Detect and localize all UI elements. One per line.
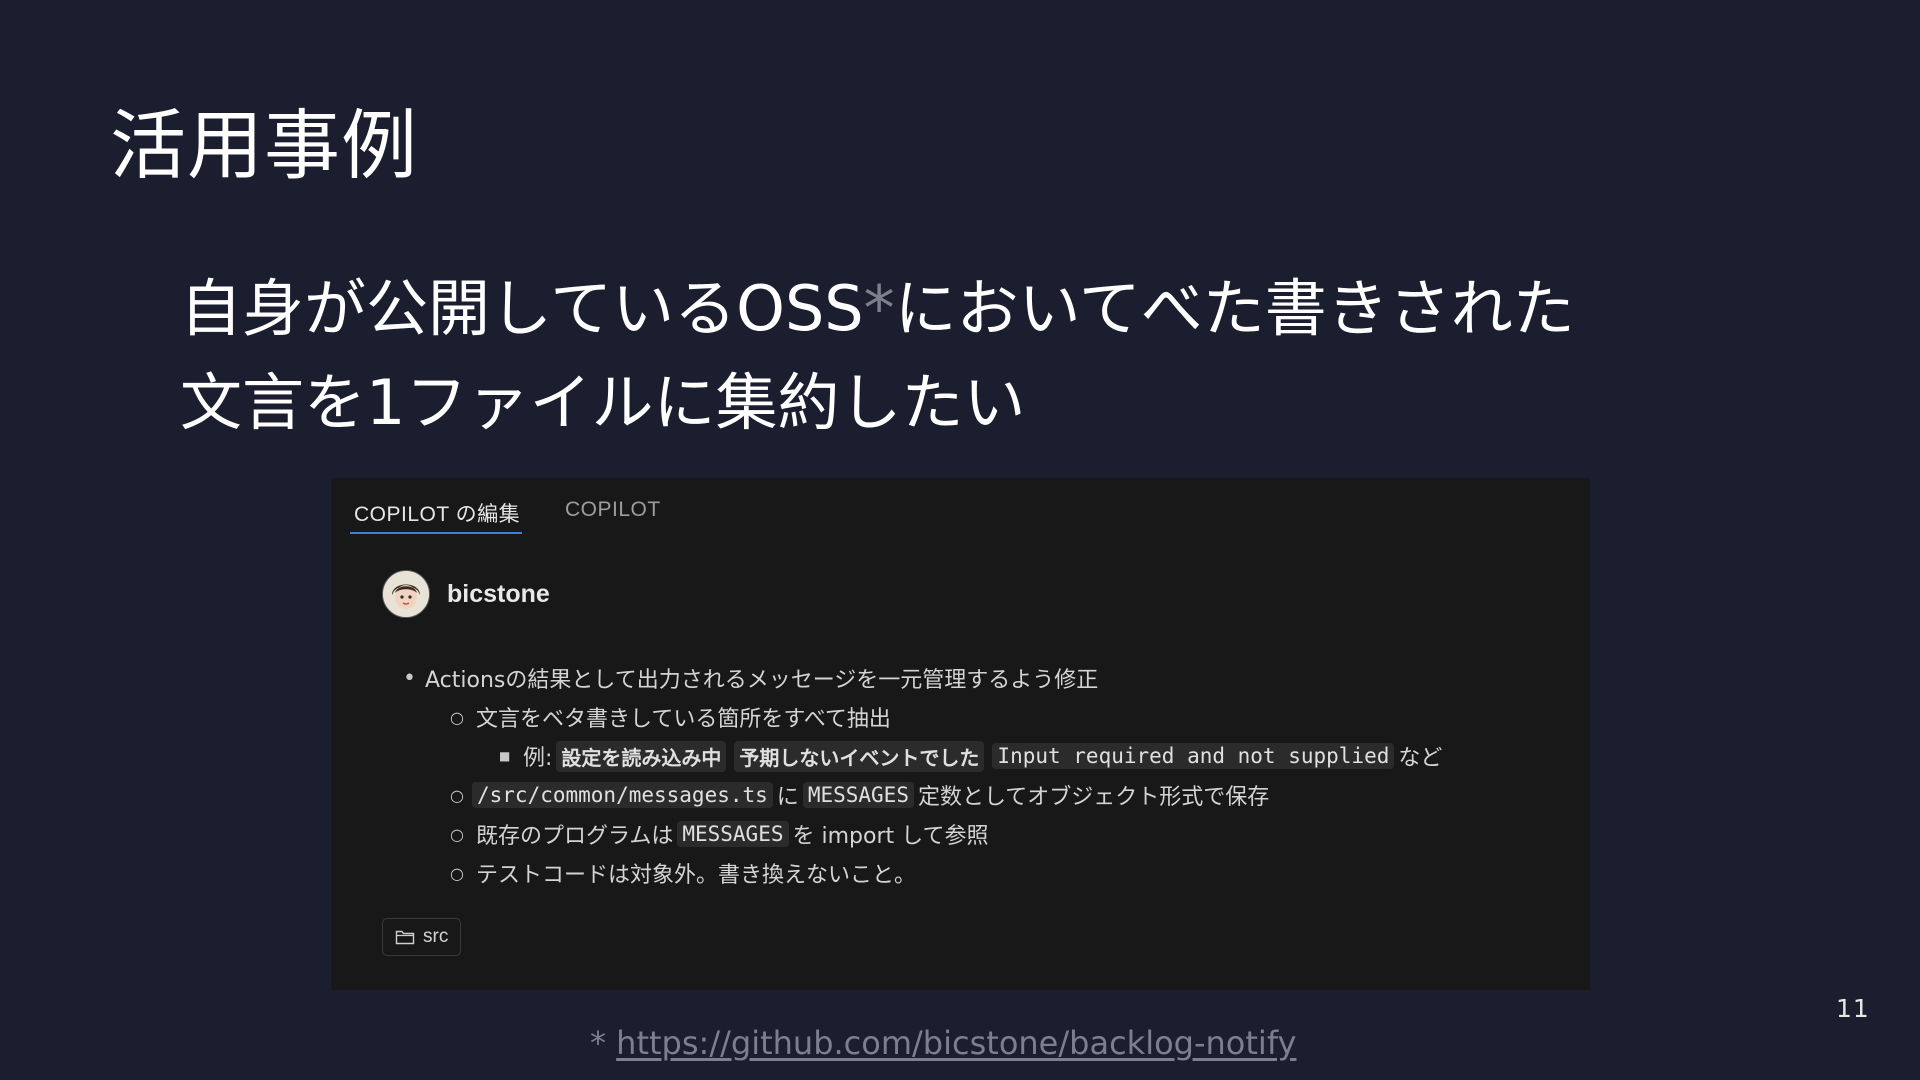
list-item: • Actionsの結果として出力されるメッセージを一元管理するよう修正 [403,661,1098,695]
lead-line1-end: においてべた書きされた [894,272,1575,345]
inline-code-path: /src/common/messages.ts [472,782,773,808]
list-item-suffix: 定数としてオブジェクト形式で保存 [917,785,1270,810]
bullet-circle: ○ [450,785,464,805]
working-set-chip-src[interactable]: src [382,918,462,956]
inline-code: Input required and not supplied [992,743,1395,769]
list-item-text: テストコードは対象外。書き換えないこと。 [476,863,917,888]
footnote-mark: * [590,1024,606,1062]
bullet-square: ■ [499,749,511,763]
list-item: ○ 文言をベタ書きしている箇所をすべて抽出 [450,700,891,734]
list-item-mid: に [776,785,799,810]
lead-asterisk: * [863,272,895,345]
lead-line2: 文言を1ファイルに集約したい [180,366,1026,439]
footnote: * https://github.com/bicstone/backlog-no… [590,1024,1296,1062]
list-item: ■ 例: 設定を読み込み中 予期しないイベントでした Input require… [499,739,1442,773]
list-item: ○ /src/common/messages.ts に MESSAGES 定数と… [450,778,1269,812]
slide-lead: 自身が公開しているOSS*においてべた書きされた 文言を1ファイルに集約したい [180,262,1740,450]
tab-bar: COPILOT の編集 COPILOT [331,478,1590,538]
list-item-prefix: 既存のプログラムは [476,824,674,849]
lead-line1: 自身が公開しているOSS [180,272,864,345]
inline-code: 設定を読み込み中 [556,740,727,772]
footnote-link[interactable]: https://github.com/bicstone/backlog-noti… [616,1024,1296,1062]
list-item-prefix: 例: [523,746,553,771]
list-item-suffix: を import して参照 [792,824,989,849]
inline-code: 予期しないイベントでした [734,740,985,772]
avatar-icon [382,570,430,618]
page-number: 11 [1836,994,1870,1023]
list-item-text: Actionsの結果として出力されるメッセージを一元管理するよう修正 [425,668,1099,693]
copilot-panel-screenshot: COPILOT の編集 COPILOT bicstone • Actionsの結… [331,478,1590,990]
bullet-disc: • [403,665,416,691]
slide-title: 活用事例 [110,101,418,190]
folder-icon [395,930,415,945]
author-name: bicstone [447,579,550,608]
bullet-circle: ○ [450,707,464,727]
active-tab-indicator [350,532,522,534]
bullet-circle: ○ [450,863,464,883]
chip-label: src [423,926,449,947]
tab-copilot[interactable]: COPILOT [565,498,661,522]
list-item: ○ テストコードは対象外。書き換えないこと。 [450,856,916,890]
list-item-text: 文言をベタ書きしている箇所をすべて抽出 [476,707,891,732]
author-row: bicstone [382,570,550,618]
tab-copilot-edits[interactable]: COPILOT の編集 [354,498,520,528]
inline-code: MESSAGES [677,821,789,847]
list-item: ○ 既存のプログラムは MESSAGES を import して参照 [450,817,988,851]
bullet-circle: ○ [450,824,464,844]
list-item-suffix: など [1398,746,1443,771]
inline-code: MESSAGES [802,782,914,808]
